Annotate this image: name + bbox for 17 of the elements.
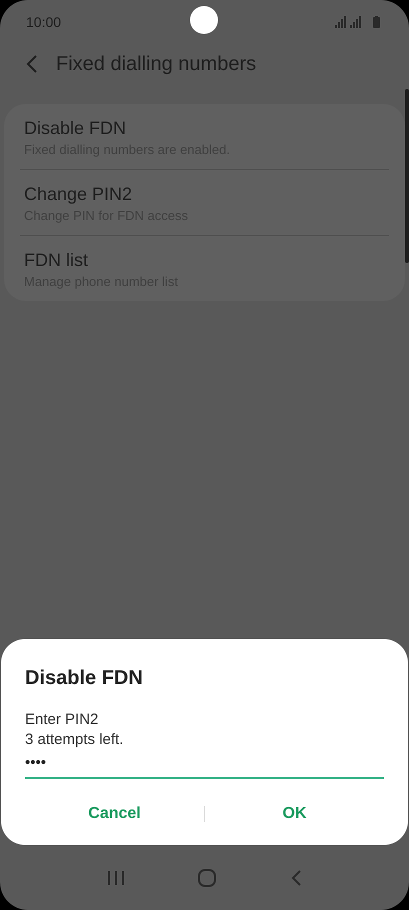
dialog-button[interactable]: Cancel (25, 797, 204, 831)
back-icon[interactable] (26, 55, 38, 73)
recents-icon[interactable] (106, 870, 125, 886)
camera-hole (190, 6, 218, 34)
item-title: Disable FDN (24, 118, 128, 139)
page-title: Fixed dialling numbers (56, 52, 256, 76)
back-icon[interactable] (290, 868, 302, 886)
dialog-message: Enter PIN2 (25, 710, 100, 730)
status-time: 10:00 (26, 14, 62, 30)
dialog-button[interactable]: OK (205, 797, 384, 831)
dialog-title: Disable FDN (25, 667, 144, 690)
item-title: Change PIN2 (24, 184, 134, 205)
item-title: FDN list (24, 250, 89, 271)
attempts-text: 3 attempts left. (25, 730, 124, 750)
pin-field[interactable]: •••• (25, 752, 384, 779)
home-icon[interactable] (198, 868, 216, 886)
signal-icon (335, 16, 381, 28)
